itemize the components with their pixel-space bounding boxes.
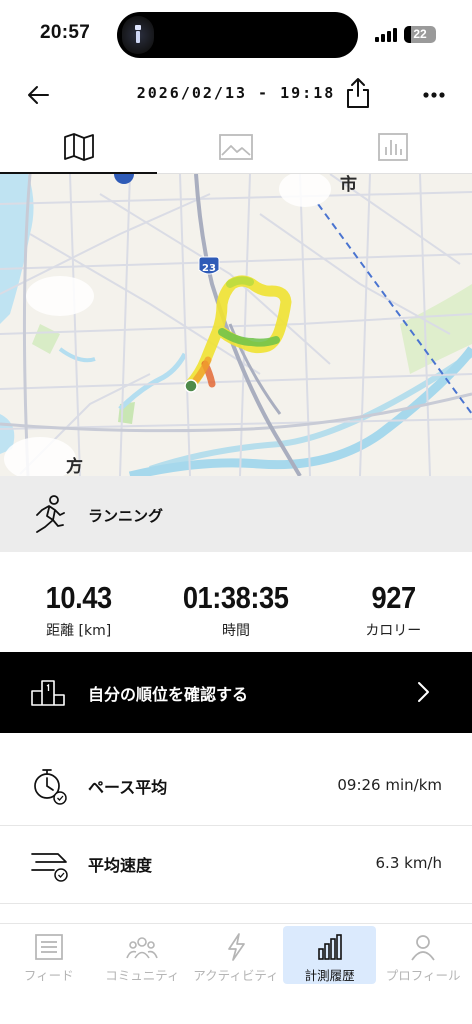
start-marker [184,379,198,393]
svg-text:23: 23 [202,263,216,274]
speed-icon [31,853,68,882]
metric-row-speed: 平均速度 6.3 km/h [0,824,472,904]
community-icon [126,937,159,959]
metric-label: 平均速度 [88,856,153,875]
ranking-label: 自分の順位を確認する [88,685,249,704]
profile-icon [411,935,435,961]
nav-activity[interactable]: アクティビティ [189,926,283,984]
nav-feed[interactable]: フィード [2,926,96,984]
nav-label: フィード [23,968,74,983]
metric-row-pace: ペース平均 09:26 min/km [0,746,472,826]
metric-value: 09:26 min/km [337,776,442,794]
battery-percentage: 22 [413,27,427,41]
stat-label: 時間 [221,623,250,639]
running-icon [36,495,65,533]
bottom-navigation: フィード コミュニティ アクティビティ 計測履歴 プロフィール [0,923,472,1024]
stat-calories: 927 カロリー [315,552,472,652]
more-options-icon[interactable] [420,82,448,108]
status-time: 20:57 [40,22,91,43]
route-23-badge: 23 [198,256,220,275]
stat-value: 10.43 [45,580,113,615]
nav-label: 計測履歴 [304,968,355,983]
image-icon [219,133,253,160]
nav-label: プロフィール [385,968,461,983]
bar-chart-icon [317,934,342,960]
tab-photos[interactable] [157,120,314,173]
bar-chart-icon [378,132,409,161]
nav-community[interactable]: コミュニティ [96,926,190,984]
stat-time: 01:38:35 時間 [157,552,314,652]
nav-label: コミュニティ [105,968,180,983]
tab-charts[interactable] [315,120,472,173]
activity-type-label: ランニング [88,507,164,525]
flashlight-icon [135,25,141,43]
battery-icon: 22 [404,26,436,43]
nav-label: アクティビティ [193,968,279,983]
nav-history[interactable]: 計測履歴 [282,926,377,984]
map-place-label: 市 [340,174,357,195]
map-place-label: 方 [66,456,83,476]
podium-icon [31,680,65,706]
activity-type-row: ランニング [0,476,472,552]
stat-label: カロリー [365,623,422,639]
stat-distance: 10.43 距離 [km] [0,552,157,652]
summary-stats: 10.43 距離 [km] 01:38:35 時間 927 カロリー [0,552,472,652]
ranking-button[interactable]: 自分の順位を確認する [0,652,472,733]
page-title: 2026/02/13 - 19:18 [136,84,336,102]
chevron-right-icon [418,682,429,702]
header: 2026/02/13 - 19:18 [0,70,472,120]
share-icon[interactable] [344,76,372,110]
metric-label: ペース平均 [88,778,168,797]
stat-value: 927 [371,580,416,615]
status-bar: 20:57 22 [0,0,472,70]
feed-icon [34,934,63,960]
nav-profile[interactable]: プロフィール [376,926,470,984]
stopwatch-icon [34,769,67,805]
stat-value: 01:38:35 [183,580,289,615]
map-icon [63,132,94,161]
stat-label: 距離 [km] [46,623,112,639]
map-canvas[interactable]: 23 市 方 [0,174,472,476]
lightning-icon [228,933,245,961]
tab-map[interactable] [0,120,158,174]
metric-value: 6.3 km/h [375,854,442,872]
cellular-signal-icon [375,28,397,42]
view-tabs [0,120,472,174]
route-map[interactable]: 23 市 方 [0,174,472,476]
